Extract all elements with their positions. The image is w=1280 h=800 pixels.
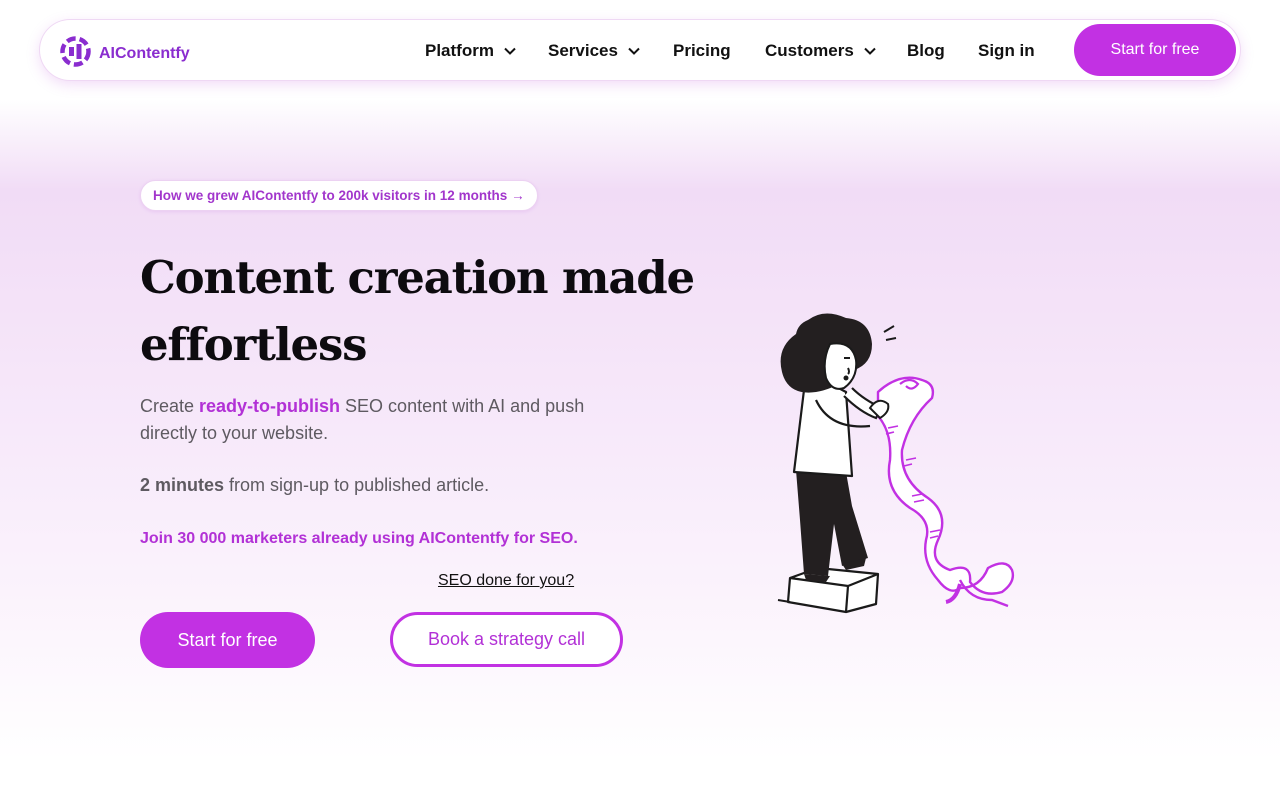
minutes-rest: from sign-up to published article.	[224, 475, 490, 495]
start-for-free-button[interactable]: Start for free	[140, 612, 315, 668]
start-for-free-header-button[interactable]: Start for free	[1074, 24, 1236, 76]
chevron-down-icon	[628, 47, 640, 55]
book-strategy-call-button[interactable]: Book a strategy call	[390, 612, 623, 667]
nav-pricing[interactable]: Pricing	[673, 41, 731, 61]
nav-blog[interactable]: Blog	[907, 41, 945, 61]
announcement-pill-link[interactable]: How we grew AIContentfy to 200k visitors…	[140, 180, 538, 211]
hero-minutes-line: 2 minutes from sign-up to published arti…	[140, 475, 489, 496]
nav-platform[interactable]: Platform	[425, 41, 516, 61]
top-navbar: AIContentfy Platform Services Pricing Cu…	[40, 20, 1240, 80]
nav-pricing-label: Pricing	[673, 41, 731, 60]
hero-headline: Content creation made effortless	[140, 251, 695, 371]
desc-text-start: Create	[140, 396, 200, 416]
logo-text: AIContentfy	[99, 45, 190, 62]
nav-customers-label: Customers	[765, 41, 854, 60]
chevron-down-icon	[504, 47, 516, 55]
nav-customers[interactable]: Customers	[765, 41, 876, 61]
chevron-down-icon	[864, 47, 876, 55]
hero-join-line: Join 30 000 marketers already using AICo…	[140, 530, 578, 547]
nav-sign-in-label: Sign in	[978, 41, 1035, 60]
minutes-bold: 2 minutes	[140, 475, 225, 495]
nav-services-label: Services	[548, 41, 618, 60]
desc-highlight: ready-to-publish	[199, 396, 341, 416]
nav-sign-in[interactable]: Sign in	[978, 41, 1035, 61]
nav-platform-label: Platform	[425, 41, 494, 60]
hero-description: Create ready-to-publish SEO content with…	[140, 393, 640, 447]
nav-services[interactable]: Services	[548, 41, 640, 61]
nav-blog-label: Blog	[907, 41, 945, 60]
logo[interactable]: AIContentfy	[60, 36, 190, 72]
woman-reading-long-scroll-illustration	[777, 313, 1015, 614]
seo-done-for-you-link[interactable]: SEO done for you?	[438, 572, 574, 590]
aicontentfy-logo-icon	[60, 36, 91, 72]
